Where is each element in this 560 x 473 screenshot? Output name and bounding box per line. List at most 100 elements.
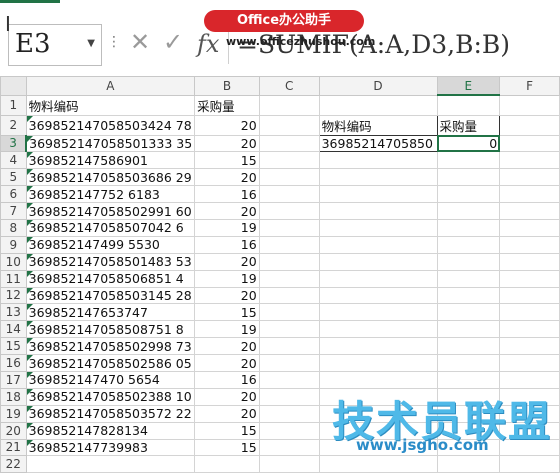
cell-b[interactable]: 采购量 [194, 94, 260, 116]
cell-b[interactable]: 20 [194, 286, 260, 305]
cell-c[interactable] [258, 438, 320, 457]
cell-a[interactable]: 369852147058507042 6 [25, 218, 196, 237]
row-header[interactable]: 4 [0, 151, 27, 170]
cell-d[interactable] [318, 151, 438, 170]
cell-a[interactable]: 369852147653747 [25, 303, 196, 322]
cell-c[interactable] [258, 421, 320, 440]
cell-f[interactable] [499, 185, 560, 204]
cell-e[interactable] [436, 337, 501, 356]
cell-b[interactable]: 15 [194, 438, 260, 457]
cell-b[interactable]: 15 [194, 421, 260, 440]
row-header[interactable]: 2 [0, 114, 27, 136]
cell-a[interactable]: 369852147470 5654 [25, 370, 196, 389]
row-header[interactable]: 14 [0, 320, 27, 339]
row-header[interactable]: 16 [0, 354, 27, 372]
row-header[interactable]: 8 [0, 218, 27, 237]
cell-e[interactable] [436, 354, 501, 372]
cell-c[interactable] [258, 235, 320, 254]
cell-a[interactable]: 369852147828134 [25, 421, 196, 440]
cell-f[interactable] [499, 354, 560, 372]
cell-b[interactable]: 15 [194, 303, 260, 322]
cell-c[interactable] [258, 252, 320, 271]
cell-f[interactable] [499, 202, 560, 220]
cell-d[interactable] [318, 202, 438, 220]
cell-a[interactable]: 369852147058501483 53 [25, 252, 196, 271]
cell-b[interactable]: 16 [194, 235, 260, 254]
cell-a[interactable]: 369852147058502388 10 [25, 387, 196, 406]
cell-a[interactable]: 369852147586901 [25, 151, 196, 170]
cell-e[interactable] [436, 320, 501, 339]
row-header[interactable]: 18 [0, 387, 27, 406]
cell-a[interactable]: 369852147058502998 73 [25, 337, 196, 356]
cell-c[interactable] [258, 303, 320, 322]
row-header[interactable]: 13 [0, 303, 27, 322]
cell-c[interactable] [258, 455, 320, 473]
cell-e[interactable] [436, 94, 501, 116]
column-header[interactable]: B [194, 76, 260, 96]
cell-c[interactable] [258, 286, 320, 305]
cell-a[interactable] [25, 455, 196, 473]
cell-a[interactable]: 369852147752 6183 [25, 185, 196, 204]
cell-d[interactable] [318, 320, 438, 339]
cell-c[interactable] [258, 320, 320, 339]
cell-f[interactable] [499, 455, 560, 473]
row-header[interactable]: 7 [0, 202, 27, 220]
cell-f[interactable] [499, 114, 560, 136]
cell-f[interactable] [499, 151, 560, 170]
cell-b[interactable]: 20 [194, 114, 260, 136]
cell-b[interactable]: 20 [194, 404, 260, 423]
column-header[interactable]: F [499, 76, 560, 96]
cell-c[interactable] [258, 168, 320, 187]
name-box[interactable]: E3 ▼ [8, 24, 102, 66]
cell-d[interactable] [318, 252, 438, 271]
cell-a[interactable]: 369852147058501333 35 [25, 134, 196, 153]
row-header[interactable]: 15 [0, 337, 27, 356]
cell-a[interactable]: 369852147058503686 29 [25, 168, 196, 187]
cell-c[interactable] [258, 134, 320, 153]
cell-b[interactable]: 16 [194, 185, 260, 204]
cell-e[interactable] [436, 168, 501, 187]
cell-d[interactable] [318, 337, 438, 356]
cell-b[interactable]: 20 [194, 168, 260, 187]
cell-b[interactable]: 16 [194, 370, 260, 389]
row-header[interactable]: 12 [0, 286, 27, 305]
cancel-icon[interactable]: ✕ [130, 28, 150, 56]
name-box-value[interactable]: E3 [15, 29, 51, 59]
cell-e[interactable] [436, 303, 501, 322]
cell-f[interactable] [499, 269, 560, 288]
row-header[interactable]: 6 [0, 185, 27, 204]
cell-c[interactable] [258, 114, 320, 136]
row-header[interactable]: 5 [0, 168, 27, 187]
cell-c[interactable] [258, 387, 320, 406]
cell-d[interactable] [318, 168, 438, 187]
cell-f[interactable] [499, 252, 560, 271]
check-icon[interactable]: ✓ [163, 28, 183, 56]
cell-a[interactable]: 369852147058503424 78 [25, 114, 196, 136]
cell-f[interactable] [499, 320, 560, 339]
cell-e[interactable]: 采购量 [436, 114, 501, 136]
cell-d[interactable] [318, 286, 438, 305]
row-header[interactable]: 9 [0, 235, 27, 254]
row-header[interactable]: 19 [0, 404, 27, 423]
cell-e[interactable] [436, 455, 501, 473]
cell-d[interactable] [318, 354, 438, 372]
cell-b[interactable]: 20 [194, 387, 260, 406]
cell-c[interactable] [258, 94, 320, 116]
cell-b[interactable]: 20 [194, 134, 260, 153]
cell-e[interactable] [436, 185, 501, 204]
cell-f[interactable] [499, 235, 560, 254]
cell-c[interactable] [258, 370, 320, 389]
cell-b[interactable]: 20 [194, 354, 260, 372]
cell-c[interactable] [258, 202, 320, 220]
cell-d[interactable] [318, 455, 438, 473]
column-header[interactable]: D [318, 76, 438, 96]
column-header[interactable]: E [436, 76, 501, 96]
cell-a[interactable]: 369852147058508751 8 [25, 320, 196, 339]
cell-e[interactable]: 0 [436, 134, 501, 153]
cell-d[interactable] [318, 269, 438, 288]
cell-a[interactable]: 物料编码 [25, 94, 196, 116]
cell-c[interactable] [258, 337, 320, 356]
column-header[interactable]: C [258, 76, 320, 96]
cell-e[interactable] [436, 235, 501, 254]
row-header[interactable]: 1 [0, 94, 27, 116]
